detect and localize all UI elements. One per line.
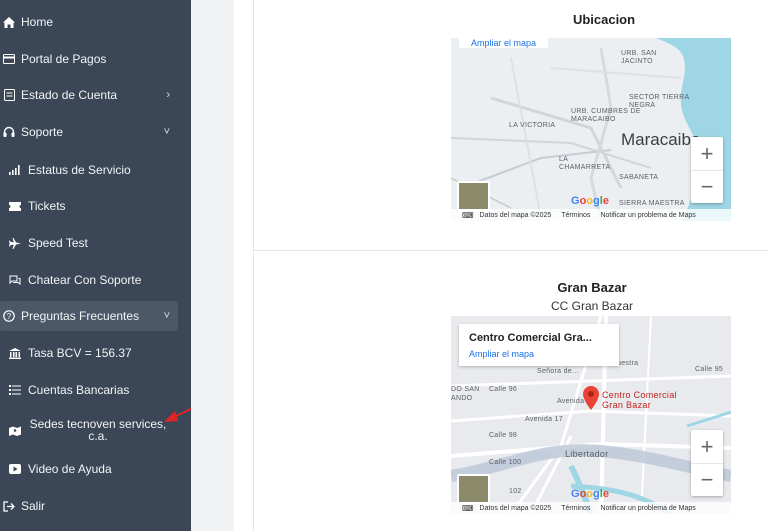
sidebar-item-speed-test[interactable]: Speed Test	[0, 228, 178, 258]
zoom-control: + −	[691, 137, 723, 203]
google-logo: Google	[571, 195, 609, 207]
map-embed[interactable]: DO SAN ANDO Calle 96 Calle 98 Calle 100 …	[451, 316, 731, 514]
sidebar-item-sedes[interactable]: Sedes tecnoven services, c.a.	[0, 412, 178, 448]
map-label: Calle 95	[695, 366, 724, 373]
main-content: Ubicacion Ampliar el mapa URB. SAN JACIN…	[234, 0, 768, 531]
sidebar-item-estado-cuenta[interactable]: Estado de Cuenta ›	[0, 80, 178, 110]
gran-bazar-card: Gran Bazar CC Gran Bazar DO SAN ANDO Cal…	[253, 252, 768, 531]
keyboard-icon[interactable]: ⌨	[462, 504, 474, 513]
sidebar-item-portal-pagos[interactable]: Portal de Pagos	[0, 44, 178, 74]
sidebar-item-estatus-servicio[interactable]: Estatus de Servicio	[0, 155, 178, 185]
sidebar-item-label: Home	[21, 15, 54, 29]
sidebar-item-label: Tasa BCV = 156.37	[28, 346, 132, 360]
credit-card-icon	[2, 52, 16, 66]
map-label: 102	[509, 488, 522, 495]
sidebar-item-video-ayuda[interactable]: Video de Ayuda	[0, 454, 178, 484]
terms-link[interactable]: Términos	[561, 505, 590, 512]
sidebar: Home Portal de Pagos Estado de Cuenta › …	[0, 0, 191, 531]
terms-link[interactable]: Términos	[561, 212, 590, 219]
place-name: Centro Comercial Gra...	[469, 332, 592, 344]
map-label: URB. SAN JACINTO	[621, 50, 657, 65]
map-label: Libertador	[565, 449, 609, 459]
zoom-out-button[interactable]: −	[691, 170, 723, 203]
list-icon	[8, 383, 22, 397]
google-logo: Google	[571, 488, 609, 500]
signal-icon	[8, 163, 22, 177]
map-attribution: ⌨ Datos del mapa ©2025 Términos Notifica…	[451, 209, 731, 221]
map-label: DO SAN	[451, 386, 480, 393]
keyboard-icon[interactable]: ⌨	[462, 211, 474, 220]
sidebar-item-chatear-soporte[interactable]: Chatear Con Soporte	[0, 265, 178, 295]
sidebar-item-label: Cuentas Bancarias	[28, 383, 130, 397]
zoom-in-button[interactable]: +	[691, 137, 723, 170]
map-label: LA CHAMARRETA	[559, 156, 611, 171]
sidebar-item-label: Tickets	[28, 199, 66, 213]
map-data-text: Datos del mapa ©2025	[479, 211, 552, 219]
svg-text:?: ?	[7, 312, 12, 321]
place-info-card: Centro Comercial Gra... Ampliar el mapa	[459, 324, 619, 366]
sidebar-item-label: Speed Test	[28, 236, 88, 250]
zoom-in-button[interactable]: +	[691, 430, 723, 463]
sidebar-item-tickets[interactable]: Tickets	[0, 191, 178, 221]
sidebar-item-home[interactable]: Home	[0, 7, 178, 37]
bank-icon	[8, 346, 22, 360]
map-label: LA VICTORIA	[509, 122, 556, 129]
headset-icon	[2, 125, 16, 139]
report-problem-link[interactable]: Notificar un problema de Maps	[600, 505, 695, 512]
zoom-out-button[interactable]: −	[691, 463, 723, 496]
sidebar-item-label: Estado de Cuenta	[21, 88, 118, 102]
zoom-control: + −	[691, 430, 723, 496]
sidebar-item-label: Preguntas Frecuentes	[21, 309, 140, 323]
sidebar-item-label: Chatear Con Soporte	[28, 273, 142, 287]
sidebar-item-salir[interactable]: Salir	[0, 491, 178, 521]
logout-icon	[2, 499, 16, 513]
map-icon	[8, 423, 22, 437]
file-icon	[2, 88, 16, 102]
map-label: Calle 96	[489, 386, 518, 393]
location-card: Ubicacion Ampliar el mapa URB. SAN JACIN…	[253, 0, 768, 251]
sidebar-item-preguntas-frecuentes[interactable]: ? Preguntas Frecuentes ˅	[0, 301, 178, 331]
chevron-right-icon: ›	[166, 89, 170, 101]
sidebar-item-tasa-bcv[interactable]: Tasa BCV = 156.37	[0, 338, 178, 368]
card-subtitle: CC Gran Bazar	[550, 299, 634, 313]
plane-icon	[8, 236, 22, 250]
card-title: Ubicacion	[572, 12, 636, 27]
chevron-down-icon: ˅	[163, 310, 170, 322]
home-icon	[2, 15, 16, 29]
content-gutter	[191, 0, 234, 531]
question-icon: ?	[2, 309, 16, 323]
map-data-text: Datos del mapa ©2025	[479, 504, 552, 512]
enlarge-map-link[interactable]: Ampliar el mapa	[469, 349, 609, 359]
video-icon	[8, 462, 22, 476]
map-label: Avenida 17	[525, 416, 563, 423]
sidebar-item-label: Salir	[21, 499, 46, 513]
sidebar-item-cuentas-bancarias[interactable]: Cuentas Bancarias	[0, 375, 178, 405]
satellite-toggle[interactable]	[457, 181, 490, 211]
chevron-down-icon: ˅	[163, 126, 170, 138]
map-label: Calle 98	[489, 432, 518, 439]
sidebar-item-label: Portal de Pagos	[21, 52, 107, 66]
ticket-icon	[8, 199, 22, 213]
map-embed[interactable]: Ampliar el mapa URB. SAN JACINTO SECTOR …	[451, 38, 731, 221]
map-label: Calle 100	[489, 459, 522, 466]
satellite-toggle[interactable]	[457, 474, 490, 504]
sidebar-item-label: Sedes tecnoven services, c.a.	[29, 417, 167, 443]
pin-label: Centro Comercial Gran Bazar	[602, 390, 677, 410]
map-attribution: ⌨ Datos del mapa ©2025 Términos Notifica…	[451, 502, 731, 514]
map-label: URB. CUMBRES DE MARACAIBO	[571, 108, 641, 123]
map-label: ANDO	[451, 395, 473, 402]
map-label: SIERRA MAESTRA	[619, 200, 685, 207]
map-label: SABANETA	[619, 174, 659, 181]
chat-icon	[8, 273, 22, 287]
sidebar-item-soporte[interactable]: Soporte ˅	[0, 117, 178, 147]
city-label: Maracaibo	[621, 130, 701, 149]
sidebar-item-label: Soporte	[21, 125, 64, 139]
sidebar-item-label: Estatus de Servicio	[28, 163, 131, 177]
report-problem-link[interactable]: Notificar un problema de Maps	[600, 212, 695, 219]
enlarge-map-link[interactable]: Ampliar el mapa	[459, 38, 549, 48]
card-title: Gran Bazar	[557, 280, 627, 295]
sidebar-item-label: Video de Ayuda	[28, 462, 112, 476]
